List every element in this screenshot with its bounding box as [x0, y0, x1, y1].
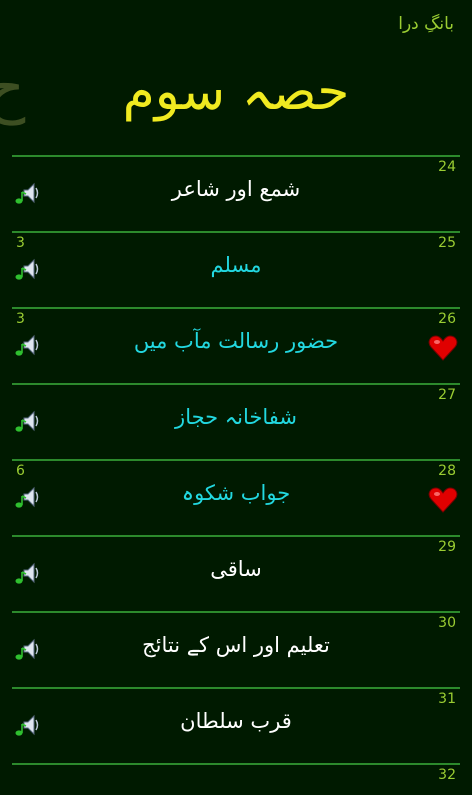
- app-title: بانگِ درا: [398, 14, 454, 34]
- speaker-music-icon[interactable]: [14, 559, 42, 587]
- poem-row[interactable]: 30 تعلیم اور اس کے نتائج: [12, 611, 460, 687]
- poem-number: 24: [438, 159, 456, 175]
- poem-number: 31: [438, 691, 456, 707]
- poem-title[interactable]: حضور رسالت مآب میں: [52, 329, 420, 353]
- poem-row[interactable]: 25 3 مسلم: [12, 231, 460, 307]
- poem-row[interactable]: 28 6 جواب شکوہ: [12, 459, 460, 535]
- poem-title[interactable]: تعلیم اور اس کے نتائج: [52, 633, 420, 657]
- poem-count: 3: [16, 311, 25, 327]
- poem-number: 25: [438, 235, 456, 251]
- poem-number: 30: [438, 615, 456, 631]
- poem-row[interactable]: 32: [12, 763, 460, 795]
- speaker-music-icon[interactable]: [14, 483, 42, 511]
- poem-title[interactable]: مسلم: [52, 253, 420, 277]
- speaker-music-icon[interactable]: [14, 255, 42, 283]
- poem-number: 32: [438, 767, 456, 783]
- speaker-music-icon[interactable]: [14, 407, 42, 435]
- poem-number: 26: [438, 311, 456, 327]
- poem-count: 6: [16, 463, 25, 479]
- poem-number: 27: [438, 387, 456, 403]
- speaker-music-icon[interactable]: [14, 711, 42, 739]
- poem-title[interactable]: شفاخانہ حجاز: [52, 405, 420, 429]
- poem-row[interactable]: 29 ساقی: [12, 535, 460, 611]
- poem-title[interactable]: جواب شکوہ: [52, 481, 420, 505]
- section-title: حصہ سوم: [122, 62, 350, 122]
- poem-number: 29: [438, 539, 456, 555]
- poem-title[interactable]: ساقی: [52, 557, 420, 581]
- heart-icon[interactable]: [428, 334, 458, 362]
- speaker-music-icon[interactable]: [14, 635, 42, 663]
- speaker-music-icon[interactable]: [14, 331, 42, 359]
- poem-row[interactable]: 27 شفاخانہ حجاز: [12, 383, 460, 459]
- poem-count: 3: [16, 235, 25, 251]
- poem-number: 28: [438, 463, 456, 479]
- poem-title[interactable]: قرب سلطان: [52, 709, 420, 733]
- poem-list: 24 شمع اور شاعر 25 3 مسلم 26 3 حضور رسال…: [12, 155, 460, 795]
- heart-icon[interactable]: [428, 486, 458, 514]
- poem-row[interactable]: 31 قرب سلطان: [12, 687, 460, 763]
- poem-title[interactable]: شمع اور شاعر: [52, 177, 420, 201]
- poem-row[interactable]: 24 شمع اور شاعر: [12, 155, 460, 231]
- speaker-music-icon[interactable]: [14, 179, 42, 207]
- poem-row[interactable]: 26 3 حضور رسالت مآب میں: [12, 307, 460, 383]
